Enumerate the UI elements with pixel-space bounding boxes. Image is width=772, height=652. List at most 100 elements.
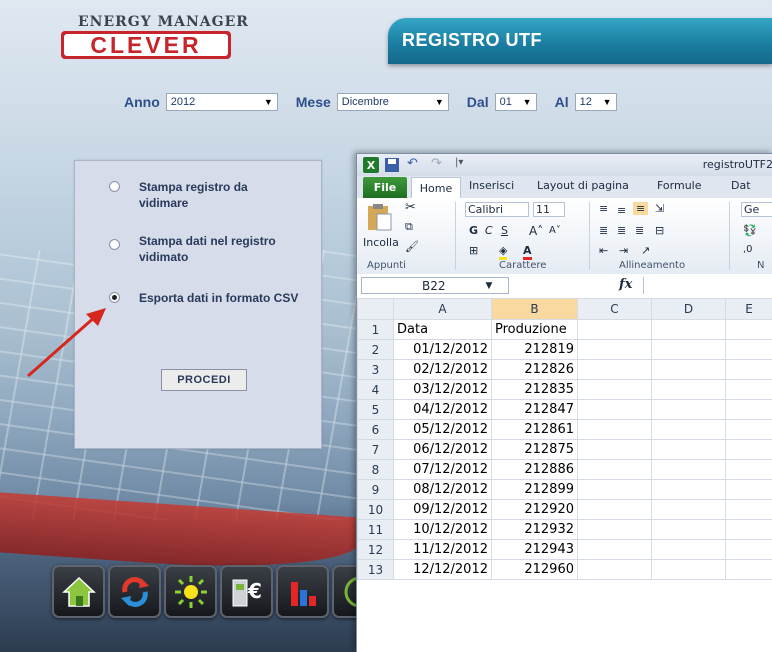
column-header-d[interactable]: D <box>651 298 726 320</box>
tab-formule[interactable]: Formule <box>657 179 702 192</box>
cell[interactable] <box>651 339 726 360</box>
cell[interactable] <box>651 439 726 460</box>
row-header[interactable]: 9 <box>357 479 394 500</box>
cell-date[interactable]: 03/12/2012 <box>393 379 492 400</box>
economics-button[interactable]: € <box>220 565 273 618</box>
cell-produzione[interactable]: 212899 <box>491 479 578 500</box>
cell[interactable] <box>725 439 772 460</box>
copy-icon[interactable]: ⧉ <box>405 220 413 234</box>
mese-select[interactable]: Dicembre ▼ <box>336 93 449 111</box>
save-icon[interactable] <box>385 158 399 172</box>
tab-layout[interactable]: Layout di pagina <box>537 179 629 192</box>
row-header[interactable]: 6 <box>357 419 394 440</box>
column-header-a[interactable]: A <box>393 298 492 320</box>
cell-date[interactable]: 01/12/2012 <box>393 339 492 360</box>
cell[interactable] <box>651 499 726 520</box>
cell[interactable] <box>577 519 652 540</box>
row-header[interactable]: 5 <box>357 399 394 420</box>
cell[interactable] <box>651 459 726 480</box>
currency-icon[interactable]: 💱 <box>743 224 757 237</box>
cell[interactable] <box>725 379 772 400</box>
cell-date[interactable]: 07/12/2012 <box>393 459 492 480</box>
cell[interactable] <box>577 559 652 580</box>
cell[interactable] <box>725 359 772 380</box>
cut-icon[interactable]: ✂ <box>405 200 416 215</box>
refresh-button[interactable] <box>108 565 161 618</box>
cell-date[interactable]: 06/12/2012 <box>393 439 492 460</box>
row-header[interactable]: 8 <box>357 459 394 480</box>
bold-button[interactable]: G <box>469 224 478 237</box>
underline-button[interactable]: S <box>501 224 508 237</box>
cell[interactable] <box>651 359 726 380</box>
column-header-c[interactable]: C <box>577 298 652 320</box>
decimal-icon[interactable]: ,0 <box>743 244 753 255</box>
align-center-icon[interactable]: ≣ <box>617 224 626 237</box>
cell[interactable] <box>577 439 652 460</box>
font-color-icon[interactable]: A <box>523 244 532 260</box>
row-header[interactable]: 10 <box>357 499 394 520</box>
align-bottom-icon[interactable]: ≡ <box>633 202 649 215</box>
cell-a1[interactable]: Data <box>393 319 492 340</box>
cell[interactable] <box>725 499 772 520</box>
cell[interactable] <box>725 339 772 360</box>
cell[interactable] <box>651 419 726 440</box>
row-header[interactable]: 13 <box>357 559 394 580</box>
customize-qat-icon[interactable]: |▾ <box>455 157 463 168</box>
align-right-icon[interactable]: ≣ <box>635 224 644 237</box>
row-header[interactable]: 1 <box>357 319 394 340</box>
align-top-icon[interactable]: ≡ <box>599 202 608 215</box>
row-header[interactable]: 12 <box>357 539 394 560</box>
cell-date[interactable]: 10/12/2012 <box>393 519 492 540</box>
cell[interactable] <box>725 319 772 340</box>
tab-file[interactable]: File <box>363 177 407 198</box>
cell-produzione[interactable]: 212875 <box>491 439 578 460</box>
cell[interactable] <box>651 519 726 540</box>
cell-produzione[interactable]: 212847 <box>491 399 578 420</box>
wrap-text-icon[interactable]: ⇲ <box>655 202 664 215</box>
cell[interactable] <box>651 399 726 420</box>
select-all-corner[interactable] <box>357 298 394 320</box>
number-format-select[interactable]: Ge <box>741 202 772 217</box>
cell-date[interactable]: 08/12/2012 <box>393 479 492 500</box>
cell[interactable] <box>577 419 652 440</box>
formula-input[interactable] <box>643 277 772 294</box>
row-header[interactable]: 7 <box>357 439 394 460</box>
name-box[interactable]: B22 ▼ <box>361 277 509 294</box>
fx-icon[interactable]: fx <box>619 277 632 292</box>
cell[interactable] <box>577 459 652 480</box>
cell[interactable] <box>651 539 726 560</box>
cell[interactable] <box>651 319 726 340</box>
cell-date[interactable]: 04/12/2012 <box>393 399 492 420</box>
shrink-font-icon[interactable]: A˅ <box>549 225 561 236</box>
tab-dati[interactable]: Dat <box>731 179 751 192</box>
row-header[interactable]: 3 <box>357 359 394 380</box>
cell[interactable] <box>725 459 772 480</box>
cell[interactable] <box>577 339 652 360</box>
cell[interactable] <box>651 379 726 400</box>
cell[interactable] <box>577 319 652 340</box>
solar-button[interactable] <box>164 565 217 618</box>
cell[interactable] <box>651 559 726 580</box>
incolla-label[interactable]: Incolla <box>363 236 399 249</box>
orientation-icon[interactable]: ↗ <box>641 244 650 257</box>
cell-b1[interactable]: Produzione <box>491 319 578 340</box>
undo-icon[interactable]: ↶ <box>407 156 418 171</box>
format-painter-icon[interactable]: 🖌 <box>405 240 419 253</box>
radio-stampa-dati[interactable] <box>109 239 120 250</box>
decrease-indent-icon[interactable]: ⇤ <box>599 244 608 257</box>
fill-color-icon[interactable]: ◈ <box>499 244 508 260</box>
cell-date[interactable]: 11/12/2012 <box>393 539 492 560</box>
cell[interactable] <box>725 419 772 440</box>
align-left-icon[interactable]: ≣ <box>599 224 608 237</box>
radio-stampa-registro[interactable] <box>109 181 120 192</box>
cell[interactable] <box>651 479 726 500</box>
cell[interactable] <box>577 539 652 560</box>
row-header[interactable]: 4 <box>357 379 394 400</box>
increase-indent-icon[interactable]: ⇥ <box>619 244 628 257</box>
cell-produzione[interactable]: 212932 <box>491 519 578 540</box>
home-button[interactable] <box>52 565 105 618</box>
cell-date[interactable]: 12/12/2012 <box>393 559 492 580</box>
al-select[interactable]: 12 ▼ <box>574 93 617 111</box>
cell-produzione[interactable]: 212819 <box>491 339 578 360</box>
cell[interactable] <box>577 499 652 520</box>
